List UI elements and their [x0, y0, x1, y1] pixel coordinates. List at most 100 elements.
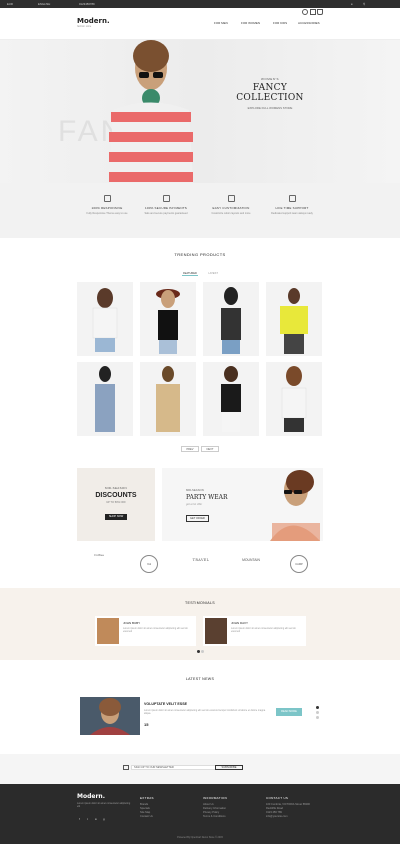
news-image[interactable]	[80, 697, 140, 735]
contact-email[interactable]: info@yoursite.com	[266, 815, 310, 819]
feature-item: LIFE TIME SUPPORT Dedicated support team…	[262, 195, 322, 215]
prev-button[interactable]: PREV	[181, 446, 199, 452]
footer-logo[interactable]: Modern.	[77, 793, 105, 800]
brand-logo[interactable]: CAMP	[290, 555, 308, 573]
carousel-dot[interactable]	[197, 650, 200, 653]
search-icon[interactable]: ⚲	[363, 2, 365, 6]
copyright: Powered By OpenCart Demo Store © 2015	[177, 836, 223, 839]
brand-logo[interactable]: MOUNTAIN	[236, 558, 266, 562]
hero-subtitle[interactable]: EXPLORE FULL WOMENS STORE	[225, 106, 315, 110]
logo-tagline: fashion store	[77, 25, 92, 28]
language-selector[interactable]: ENGLISH	[38, 2, 50, 6]
news-date: 15	[144, 722, 149, 727]
hero-title: FANCY COLLECTION	[236, 83, 304, 103]
party-sub: get a hot offer	[186, 503, 203, 506]
discount-title: DISCOUNTS	[95, 492, 137, 499]
hero-model-image	[103, 40, 199, 183]
testimonial-text: Lorem ipsum dolor sit amet consectetur a…	[123, 627, 188, 633]
carousel-dot[interactable]	[201, 650, 204, 653]
feature-desc: Dedicated support team always ready	[271, 212, 313, 215]
hero-banner: FANCY WOMEN'S FANCY COLLECTION EXPLORE F…	[0, 40, 400, 183]
party-wear-banner[interactable]: MID-SEASON PARTY WEAR get a hot offer GE…	[162, 468, 323, 541]
facebook-icon[interactable]: f	[79, 817, 80, 821]
logo[interactable]: Modern. fashion store	[77, 17, 110, 29]
product-card[interactable]	[140, 282, 196, 356]
brand-logo[interactable]: Coffee	[84, 553, 114, 557]
read-more-button[interactable]: READ MORE	[276, 708, 302, 716]
news-dot[interactable]	[316, 706, 319, 709]
newsletter-input[interactable]: SIGN UP TO OUR NEWSLETTER	[131, 765, 216, 770]
product-card[interactable]	[203, 282, 259, 356]
trending-title: TRENDING PRODUCTS	[174, 252, 226, 257]
hero-kicker: WOMEN'S	[261, 77, 279, 81]
tab-featured[interactable]: FEATURED	[182, 272, 198, 276]
get-offer-button[interactable]: GET OFFER	[186, 515, 209, 522]
news-post-title[interactable]: VOLUPTATE VELIT ESSE	[144, 702, 187, 706]
currency-selector[interactable]: EUR	[7, 2, 13, 6]
news-title: LATEST NEWS	[185, 677, 215, 681]
feature-title: 100% SECURE PAYMENTS	[145, 206, 187, 210]
feature-item: 100% RESPONSIVE Fully Responsive Theme e…	[77, 195, 137, 215]
testimonials-title: TESTIMONIALS	[185, 601, 215, 605]
news-dot[interactable]	[316, 711, 319, 714]
product-card[interactable]	[140, 362, 196, 436]
product-card[interactable]	[203, 362, 259, 436]
shield-icon	[162, 195, 170, 202]
nav-for-men[interactable]: FOR MEN	[214, 21, 228, 26]
footer-about: Lorem ipsum dolor sit amet consectetur a…	[77, 802, 131, 808]
testimonial-name: JOHN DAVY	[231, 621, 248, 625]
product-card[interactable]	[77, 362, 133, 436]
subscribe-button[interactable]: SUBSCRIBE	[215, 765, 243, 770]
header: Modern. fashion store FOR MEN FOR WOMEN …	[0, 8, 400, 40]
testimonials-section: TESTIMONIALS JOHN BUBY Lorem ipsum dolor…	[0, 588, 400, 660]
nav-for-kids[interactable]: FOR KIDS	[273, 21, 287, 26]
cart-icon[interactable]	[317, 9, 323, 15]
logo-text[interactable]: Modern.	[77, 17, 110, 25]
testimonial-avatar	[205, 618, 227, 644]
product-card[interactable]	[266, 282, 322, 356]
feature-title: 100% RESPONSIVE	[91, 206, 123, 210]
mail-icon	[123, 765, 129, 770]
product-card[interactable]	[266, 362, 322, 436]
footer-contact-title: CONTACT US	[266, 796, 289, 800]
footer-info-title: INFORMATION	[203, 796, 228, 800]
product-card[interactable]	[77, 282, 133, 356]
next-button[interactable]: NEXT	[201, 446, 219, 452]
feature-desc: Fully Responsive Theme easy to use	[86, 212, 128, 215]
testimonial-card: JOHN BUBY Lorem ipsum dolor sit amet con…	[95, 616, 196, 646]
news-dot[interactable]	[316, 716, 319, 719]
google-plus-icon[interactable]: g	[103, 817, 105, 821]
brand-logo[interactable]: Yeti	[140, 555, 158, 573]
feature-desc: Safe and secure payments guaranteed	[144, 212, 188, 215]
brand-logo[interactable]: TRAVEL	[186, 558, 216, 562]
footer-link[interactable]: Contact Us	[140, 815, 154, 819]
compare-icon[interactable]	[310, 9, 316, 15]
party-kicker: MID-SEASON	[186, 488, 204, 492]
support-icon	[288, 195, 296, 202]
feature-item: EASY CUSTOMIZATION Customize colors layo…	[201, 195, 261, 215]
feature-title: EASY CUSTOMIZATION	[212, 206, 250, 210]
tab-latest[interactable]: LATEST	[208, 272, 218, 275]
discount-kicker: MID-SEASON	[104, 486, 127, 490]
nav-for-women[interactable]: FOR WOMEN	[241, 21, 260, 26]
phone-text: 0123456789	[79, 2, 95, 6]
testimonial-name: JOHN BUBY	[123, 621, 141, 625]
social-icon[interactable]: ●	[95, 817, 97, 821]
testimonial-card: JOHN DAVY Lorem ipsum dolor sit amet con…	[203, 616, 306, 646]
features-strip: 100% RESPONSIVE Fully Responsive Theme e…	[0, 183, 400, 238]
settings-icon	[227, 195, 235, 202]
shop-now-button[interactable]: SHOP NOW	[104, 513, 128, 520]
footer: Modern. Lorem ipsum dolor sit amet conse…	[0, 784, 400, 844]
testimonial-text: Lorem ipsum dolor sit amet consectetur a…	[231, 627, 296, 633]
party-model-image	[270, 470, 320, 541]
account-icon[interactable]	[302, 9, 308, 15]
twitter-icon[interactable]: t	[87, 817, 88, 821]
user-icon[interactable]: ●	[351, 2, 353, 6]
discount-banner[interactable]: MID-SEASON DISCOUNTS UP TO 50% OFF SHOP …	[77, 468, 155, 541]
footer-link[interactable]: Terms & Conditions	[203, 815, 227, 819]
party-title: PARTY WEAR	[186, 494, 228, 501]
footer-extras-title: EXTRAS	[140, 796, 154, 800]
discount-sub: UP TO 50% OFF	[106, 501, 126, 504]
newsletter-section: SIGN UP TO OUR NEWSLETTER SUBSCRIBE	[0, 754, 400, 784]
nav-accessories[interactable]: ACCESSORIES	[298, 21, 320, 26]
